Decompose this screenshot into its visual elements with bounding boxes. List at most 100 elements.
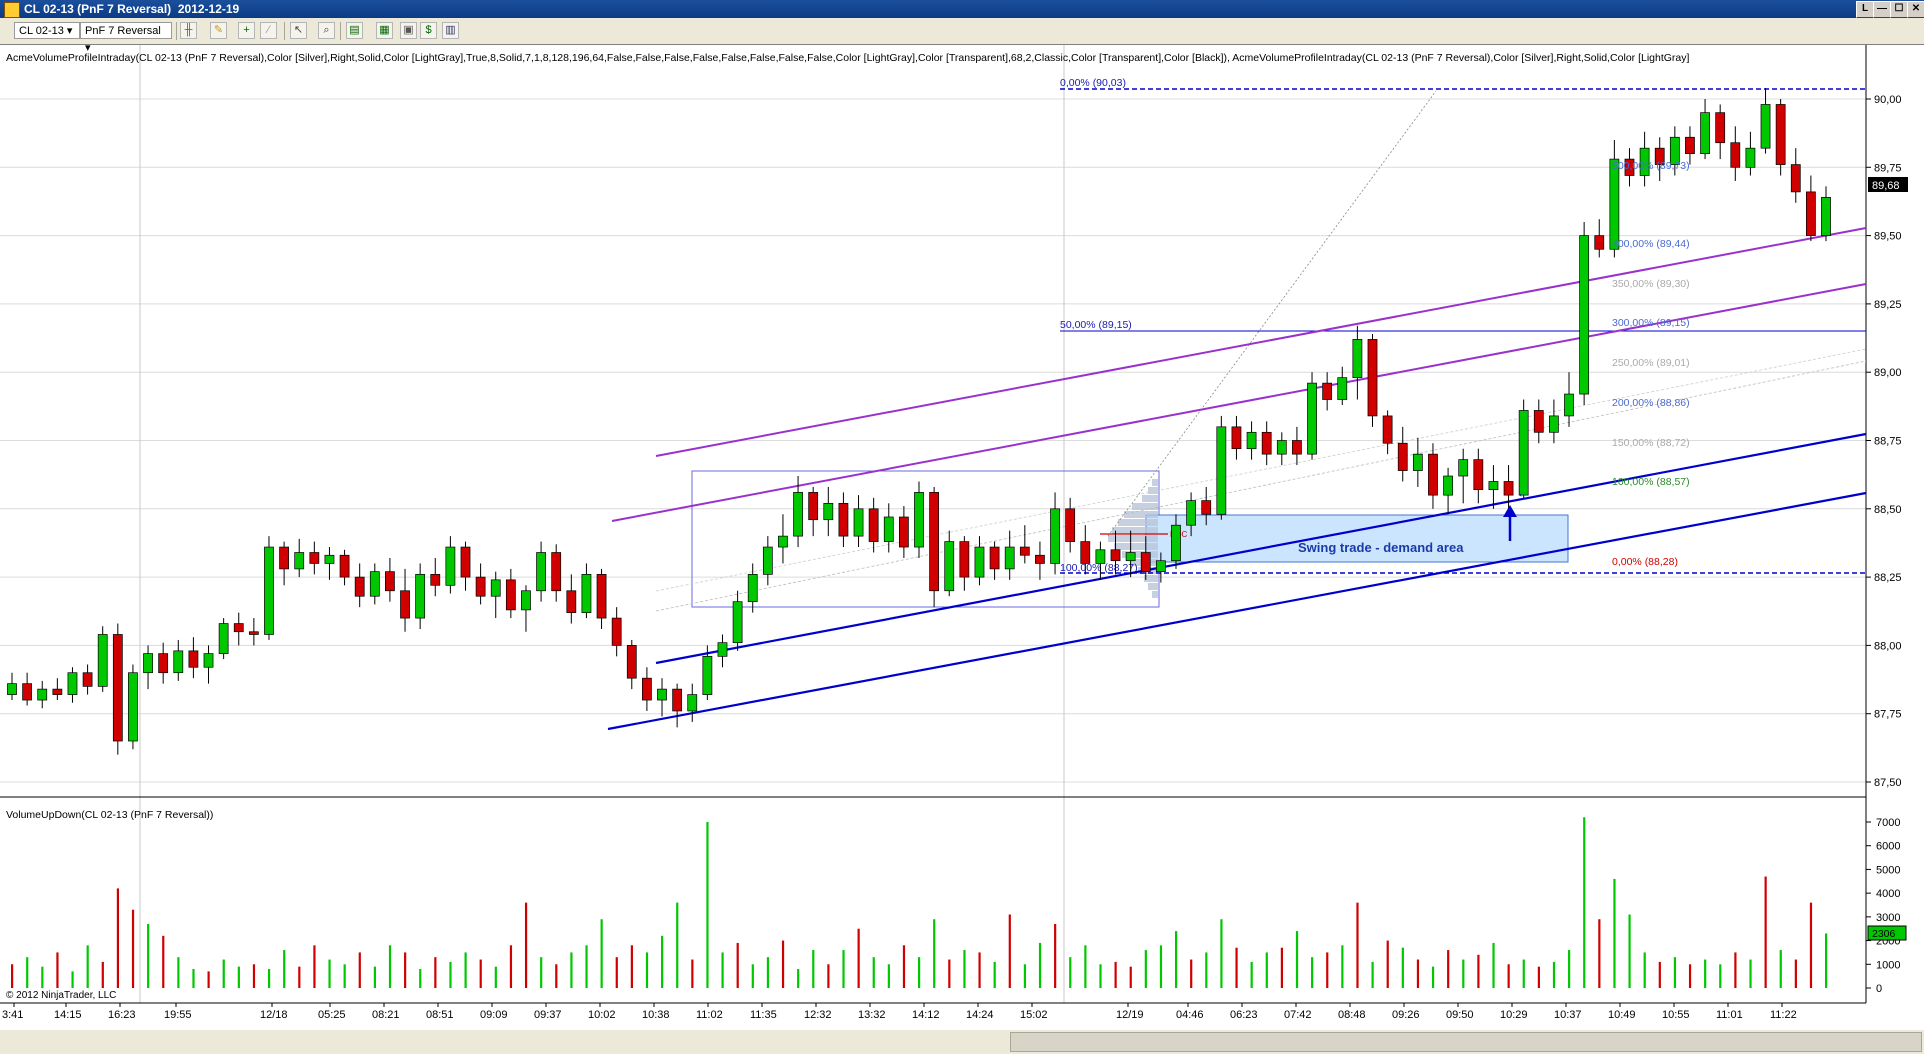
purple-channel-upper[interactable] (655, 227, 1867, 457)
drawing-tool-icon[interactable]: ✎ (210, 22, 227, 39)
zoom-icon[interactable]: ⌕ (318, 22, 335, 39)
candle-body (339, 554, 350, 578)
volume-bar (1825, 933, 1828, 988)
volume-bar (207, 971, 210, 988)
chart-trader-icon[interactable]: ▦ (376, 22, 393, 39)
volume-bar (555, 964, 558, 988)
fib-label: 0,00% (90,03) (1060, 77, 1126, 89)
candle-body (687, 694, 698, 712)
chart-svg[interactable]: AcmeVolumeProfileIntraday(CL 02-13 (PnF … (0, 45, 1924, 1031)
fib-label: 50,00% (89,15) (1060, 319, 1132, 331)
fib-label: 100,00% (88,27) (1060, 562, 1138, 574)
volume-bar (887, 964, 890, 988)
data-box-icon[interactable]: ▤ (346, 22, 363, 39)
volume-bar (1734, 952, 1737, 988)
time-tick-label: 09:37 (534, 1009, 562, 1021)
volume-bar (147, 923, 150, 988)
volume-bar (1159, 945, 1163, 988)
price-tick-label: 88,25 (1874, 572, 1902, 584)
cursor-icon[interactable]: ↖ (290, 22, 307, 39)
candle-body (1821, 197, 1831, 236)
title-bar: CL 02-13 (PnF 7 Reversal) 2012-12-19 L —… (0, 0, 1924, 18)
strategy-icon[interactable]: ∕ (260, 22, 277, 39)
volume-bar (298, 966, 301, 988)
candle-body (1564, 393, 1574, 417)
volume-tick-label: 7000 (1876, 817, 1900, 829)
volume-bar (1235, 947, 1238, 988)
bar-style-icon[interactable]: ╫ (180, 22, 197, 39)
last-volume-label: 2306 (1872, 928, 1896, 940)
volume-bar (872, 957, 875, 988)
period-select[interactable]: PnF 7 Reversal ▾ (80, 22, 172, 54)
candle-body (1473, 459, 1484, 491)
candle-body (762, 546, 773, 575)
volume-bar (766, 957, 770, 988)
properties-icon[interactable]: ▥ (442, 22, 459, 39)
candle-body (1745, 147, 1756, 168)
window-title: CL 02-13 (PnF 7 Reversal) 2012-12-19 (24, 2, 240, 16)
candle-body (566, 590, 577, 613)
candle-body (1352, 339, 1363, 379)
maximize-button[interactable]: ☐ (1890, 1, 1908, 18)
candle-body (309, 552, 320, 564)
volume-tick-label: 5000 (1876, 864, 1900, 876)
volume-profile-bar (1124, 511, 1158, 518)
volume-profile-bar (1112, 527, 1158, 534)
volume-bar (1568, 950, 1571, 988)
time-axis[interactable]: 3:41 14:15 16:23 19:55 12/18 05:25 08:21 08:51 0… (2, 1003, 1797, 1021)
candle-body (475, 576, 486, 597)
candle-body (1397, 442, 1408, 471)
volume-bar (1038, 942, 1042, 988)
volume-bar (1205, 952, 1208, 988)
time-tick-label: 12/18 (260, 1009, 288, 1021)
consolidation-box[interactable] (691, 470, 1160, 608)
candle-body (1382, 415, 1393, 444)
blue-channel-upper[interactable] (655, 432, 1867, 665)
price-axis[interactable]: 90,00 89,75 89,50 89,25 89,00 88,75 88,50 88,25… (1866, 94, 1902, 789)
link-button[interactable]: L (1856, 1, 1874, 18)
volume-bar (86, 945, 89, 988)
add-indicator-icon[interactable]: + (238, 22, 255, 39)
volume-bar (661, 935, 664, 988)
volume-bar (1386, 940, 1389, 988)
price-tick-label: 89,00 (1874, 367, 1902, 379)
volume-bar (1507, 964, 1510, 988)
candle-body (97, 634, 108, 687)
volume-bar (1522, 959, 1525, 988)
close-button[interactable]: ✕ (1907, 1, 1924, 18)
volume-bar (706, 822, 709, 988)
candle-body (1231, 426, 1242, 450)
minimize-button[interactable]: — (1873, 1, 1891, 18)
volume-bar (1295, 931, 1299, 988)
volume-tick-label: 0 (1876, 983, 1882, 995)
candle-body (521, 590, 531, 611)
candle-body (490, 579, 501, 597)
candle-body (959, 541, 970, 578)
volume-profile-bar (1152, 591, 1158, 598)
candle-body (1775, 104, 1786, 165)
dollar-icon[interactable]: $ (420, 22, 437, 39)
volume-bar (1492, 942, 1495, 988)
horizontal-scrollbar[interactable] (1010, 1032, 1922, 1052)
screenshot-icon[interactable]: ▣ (400, 22, 417, 39)
volume-bar (267, 969, 271, 988)
candle-body (354, 576, 365, 597)
candle-body (7, 683, 17, 695)
volume-bar (1447, 950, 1450, 988)
volume-bar (313, 945, 316, 988)
candle-body (264, 546, 274, 635)
instrument-select[interactable]: CL 02-13 ▾ (14, 22, 80, 39)
volume-bar (1114, 961, 1117, 988)
candle-body (430, 574, 441, 586)
candle-body (778, 535, 788, 548)
chart-area[interactable]: AcmeVolumeProfileIntraday(CL 02-13 (PnF … (0, 44, 1924, 1035)
candles (7, 88, 1831, 755)
instrument-value: CL 02-13 (19, 25, 64, 37)
candle-body (1533, 410, 1544, 433)
volume-bar (1099, 964, 1102, 988)
volume-bar (857, 928, 860, 988)
volume-bar (1311, 957, 1314, 988)
volume-axis[interactable]: 70006000500040003000200010000 (1866, 817, 1900, 995)
price-tick-label: 89,75 (1874, 162, 1902, 174)
candle-body (445, 546, 456, 586)
